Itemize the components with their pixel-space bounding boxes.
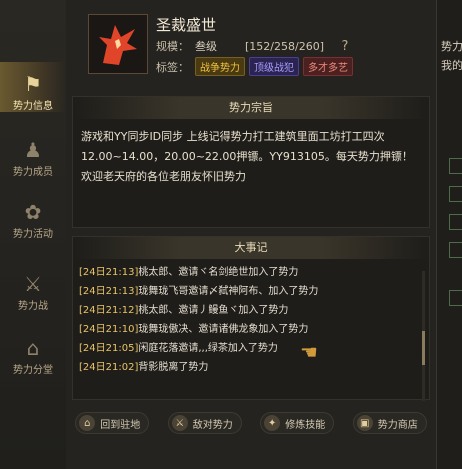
nav-item-guild-war[interactable]: ⚔ 势力战 xyxy=(0,262,66,312)
event-time: [24日21:13] xyxy=(79,267,139,278)
bottom-toolbar: ⌂ 回到驻地 ⚔ 敌对势力 ✦ 修炼技能 ▣ 势力商店 xyxy=(66,405,436,441)
skill-icon: ✦ xyxy=(264,415,281,431)
pavilion-icon: ⌂ xyxy=(26,336,40,360)
guild-header: 圣裁盛世 规模： 叁级 [152/258/260] ? 标签： 战争势力 顶级战… xyxy=(66,0,436,92)
event-time: [24日21:02] xyxy=(79,362,139,373)
tags-label: 标签： xyxy=(156,60,189,74)
nav-item-label: 势力成员 xyxy=(13,167,53,178)
event-time: [24日21:10] xyxy=(79,324,139,335)
shop-icon: ▣ xyxy=(356,415,373,431)
right-strip-box[interactable] xyxy=(449,186,462,202)
guild-tags-row: 标签： 战争势力 顶级战犯 多才多艺 xyxy=(156,57,357,76)
activity-icon: ✿ xyxy=(24,200,42,224)
nav-item-guild-info[interactable]: ⚑ 势力信息 xyxy=(0,62,66,112)
list-item: [24日21:02]背影脱离了势力 xyxy=(79,358,419,377)
tag-versatile: 多才多艺 xyxy=(303,57,353,76)
list-item: [24日21:12]桃太郎、邀请丿鳗鱼ヾ加入了势力 xyxy=(79,301,419,320)
tag-war-guild: 战争势力 xyxy=(195,57,245,76)
right-strip-line1: 势力 xyxy=(441,40,462,53)
battle-icon: ⚔ xyxy=(24,272,42,296)
guild-emblem xyxy=(88,14,148,74)
event-time: [24日21:05] xyxy=(79,343,139,354)
events-panel: 大事记 [24日21:13]桃太郎、邀请ヾ名剑绝世加入了势力 [24日21:13… xyxy=(72,236,430,401)
nav-item-label: 势力战 xyxy=(18,301,48,312)
declaration-panel: 势力宗旨 游戏和YY同步ID同步 上线记得势力打工建筑里面工坊打工四次12.00… xyxy=(72,96,430,228)
member-count: [152/258/260] xyxy=(245,39,324,53)
nav-item-guild-activity[interactable]: ✿ 势力活动 xyxy=(0,190,66,240)
home-icon: ⌂ xyxy=(79,415,96,431)
list-item: [24日21:05]闲庭花落邀请,,,绿茶加入了势力 xyxy=(79,339,419,358)
right-strip-box[interactable] xyxy=(449,214,462,230)
event-text: 背影脱离了势力 xyxy=(138,362,209,373)
right-strip: 势力 我的 xyxy=(436,0,462,469)
phoenix-icon xyxy=(99,25,137,65)
events-title: 大事记 xyxy=(73,237,429,259)
declaration-text: 游戏和YY同步ID同步 上线记得势力打工建筑里面工坊打工四次12.00~14.0… xyxy=(81,130,413,183)
banner-icon: ⚑ xyxy=(24,72,42,96)
guild-shop-button[interactable]: ▣ 势力商店 xyxy=(352,412,427,434)
right-strip-box[interactable] xyxy=(449,158,462,174)
event-time: [24日21:13] xyxy=(79,286,139,297)
tag-top-outlaw: 顶级战犯 xyxy=(249,57,299,76)
guild-info-panel: 圣裁盛世 规模： 叁级 [152/258/260] ? 标签： 战争势力 顶级战… xyxy=(66,0,436,469)
right-strip-line2: 我的 xyxy=(441,59,462,72)
nav-item-guild-branch[interactable]: ⌂ 势力分堂 xyxy=(0,326,66,376)
return-base-button[interactable]: ⌂ 回到驻地 xyxy=(75,412,150,434)
scale-value: 叁级 xyxy=(195,40,217,53)
right-strip-box[interactable] xyxy=(449,242,462,258)
nav-item-label: 势力信息 xyxy=(13,101,53,112)
events-list[interactable]: [24日21:13]桃太郎、邀请ヾ名剑绝世加入了势力 [24日21:13]珑舞珑… xyxy=(73,259,429,377)
event-time: [24日21:12] xyxy=(79,305,139,316)
enemy-guild-button[interactable]: ⚔ 敌对势力 xyxy=(167,412,242,434)
button-label: 修炼技能 xyxy=(285,419,326,431)
event-text: 闲庭花落邀请,,,绿茶加入了势力 xyxy=(138,343,278,354)
event-text: 珑舞珑飞哥邀请〆弑神阿布、加入了势力 xyxy=(138,286,319,297)
left-nav: ⚑ 势力信息 ♟ 势力成员 ✿ 势力活动 ⚔ 势力战 ⌂ 势力分堂 xyxy=(0,0,67,469)
list-item: [24日21:13]桃太郎、邀请ヾ名剑绝世加入了势力 xyxy=(79,263,419,282)
events-scrollbar[interactable] xyxy=(422,271,425,401)
hand-cursor-icon: ☚ xyxy=(300,340,318,364)
list-item: [24日21:10]珑舞珑傲决、邀请诸佛龙象加入了势力 xyxy=(79,320,419,339)
people-icon: ♟ xyxy=(24,138,42,162)
scroll-thumb[interactable] xyxy=(422,331,425,365)
enemy-icon: ⚔ xyxy=(171,415,188,431)
event-text: 桃太郎、邀请ヾ名剑绝世加入了势力 xyxy=(138,267,299,278)
declaration-title: 势力宗旨 xyxy=(73,97,429,119)
button-label: 敌对势力 xyxy=(192,419,233,431)
button-label: 回到驻地 xyxy=(100,419,141,431)
nav-item-guild-members[interactable]: ♟ 势力成员 xyxy=(0,128,66,178)
train-skills-button[interactable]: ✦ 修炼技能 xyxy=(260,412,335,434)
nav-item-label: 势力分堂 xyxy=(13,365,53,376)
help-icon[interactable]: ? xyxy=(338,39,352,54)
nav-item-label: 势力活动 xyxy=(13,229,53,240)
right-strip-box[interactable] xyxy=(449,290,462,306)
guild-scale-row: 规模： 叁级 [152/258/260] ? xyxy=(156,38,352,54)
list-item: [24日21:13]珑舞珑飞哥邀请〆弑神阿布、加入了势力 xyxy=(79,282,419,301)
button-label: 势力商店 xyxy=(377,419,418,431)
guild-name: 圣裁盛世 xyxy=(156,16,217,34)
scale-label: 规模： xyxy=(156,40,189,53)
event-text: 珑舞珑傲决、邀请诸佛龙象加入了势力 xyxy=(138,324,309,335)
event-text: 桃太郎、邀请丿鳗鱼ヾ加入了势力 xyxy=(138,305,289,316)
